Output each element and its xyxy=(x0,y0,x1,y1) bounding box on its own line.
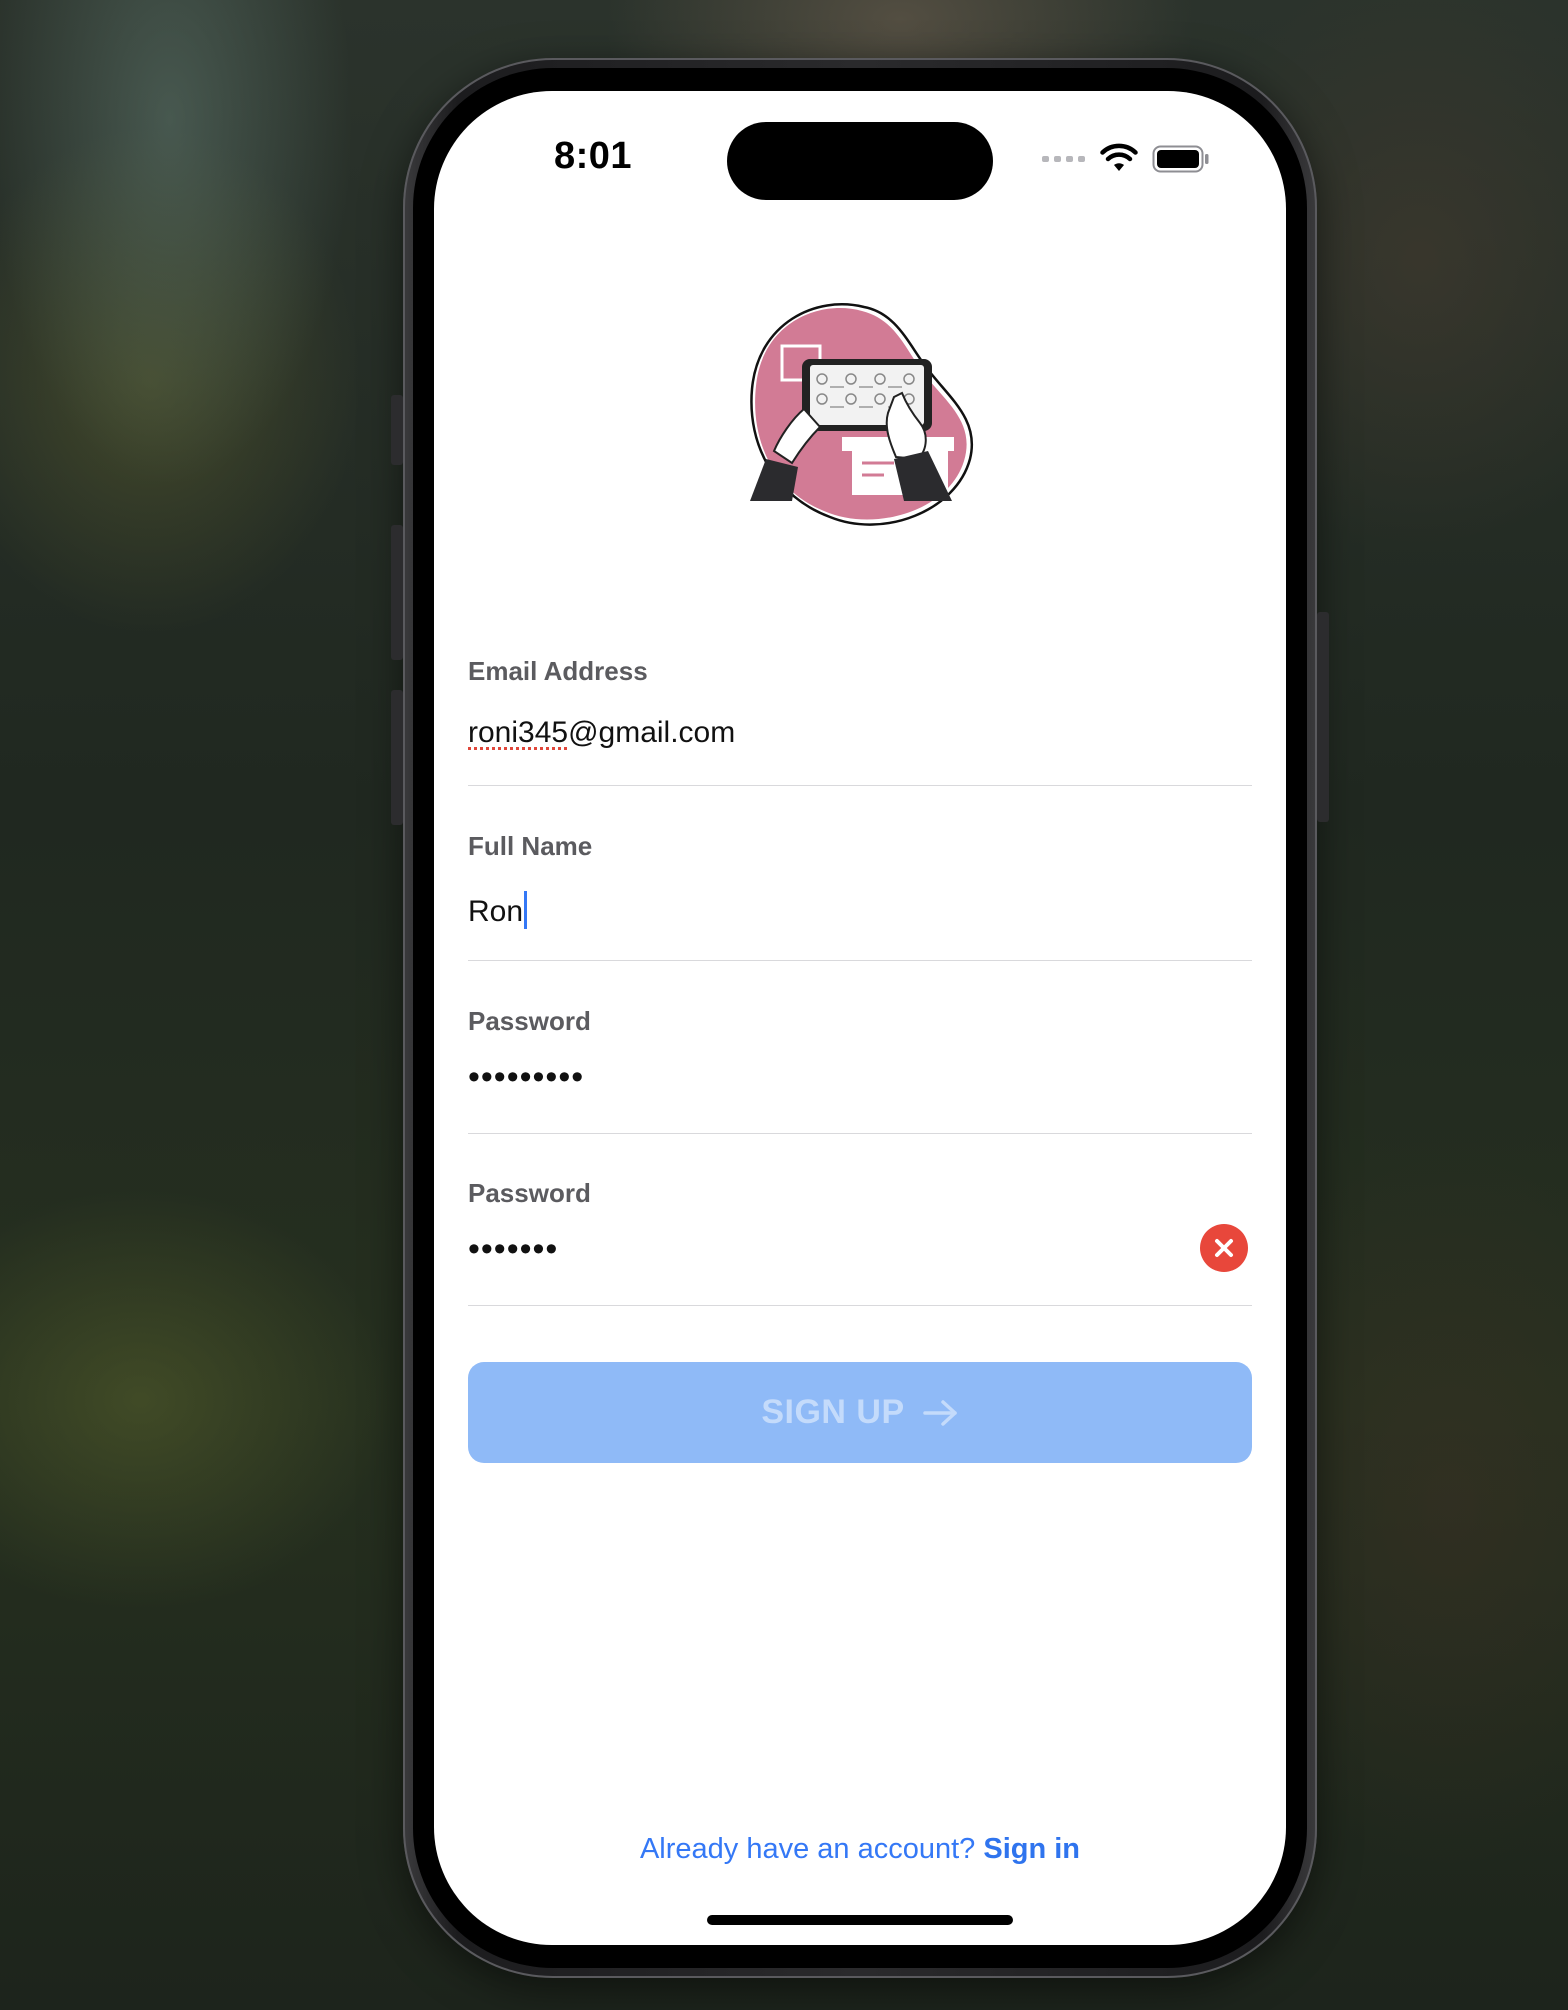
spellcheck-underlined-text: roni345 xyxy=(468,716,569,749)
volume-down-button xyxy=(391,690,403,825)
full-name-input[interactable]: Ron xyxy=(468,891,528,929)
confirm-password-underline xyxy=(468,1305,1252,1306)
sign-in-prompt: Already have an account? Sign in xyxy=(434,1833,1286,1866)
x-circle-icon xyxy=(1215,1239,1233,1257)
password-underline xyxy=(468,1133,1252,1134)
dynamic-island xyxy=(727,122,993,200)
confirm-password-field[interactable]: Password ••••••• xyxy=(468,1178,1252,1308)
phone-screen: 8:01 Email Address roni345@gmail.com Ful… xyxy=(434,91,1286,1945)
email-field[interactable]: Email Address roni345@gmail.com xyxy=(468,656,1252,786)
password-label: Password xyxy=(468,1006,591,1036)
password-field[interactable]: Password ••••••••• xyxy=(468,1006,1252,1136)
clear-field-button[interactable] xyxy=(1200,1224,1248,1272)
sign-in-prompt-text: Already have an account? xyxy=(639,1833,976,1865)
wifi-icon xyxy=(1100,143,1138,171)
home-indicator[interactable] xyxy=(707,1915,1013,1925)
text-cursor xyxy=(524,891,528,929)
sign-up-button[interactable]: SIGN UP xyxy=(468,1362,1252,1463)
hands-holding-tablet-illustration xyxy=(750,303,973,526)
email-underline xyxy=(468,785,1252,786)
full-name-underline xyxy=(468,960,1252,961)
full-name-text: Ron xyxy=(468,895,524,928)
email-input[interactable]: roni345@gmail.com xyxy=(468,716,735,750)
confirm-password-input[interactable]: ••••••• xyxy=(468,1230,558,1269)
sign-up-label: SIGN UP xyxy=(761,1393,905,1431)
battery-icon xyxy=(1152,145,1209,173)
sign-in-link[interactable]: Sign in xyxy=(983,1833,1080,1865)
email-domain-text: @gmail.com xyxy=(568,716,736,749)
password-input[interactable]: ••••••••• xyxy=(468,1058,584,1097)
email-label: Email Address xyxy=(468,656,648,686)
volume-up-button xyxy=(391,525,403,660)
full-name-label: Full Name xyxy=(468,831,593,861)
power-button xyxy=(1317,612,1329,822)
status-time: 8:01 xyxy=(554,135,633,177)
cellular-signal-icon xyxy=(1042,156,1085,162)
full-name-field[interactable]: Full Name Ron xyxy=(468,831,1252,961)
confirm-password-label: Password xyxy=(468,1178,591,1208)
action-button xyxy=(391,395,403,465)
arrow-right-icon xyxy=(922,1399,957,1426)
